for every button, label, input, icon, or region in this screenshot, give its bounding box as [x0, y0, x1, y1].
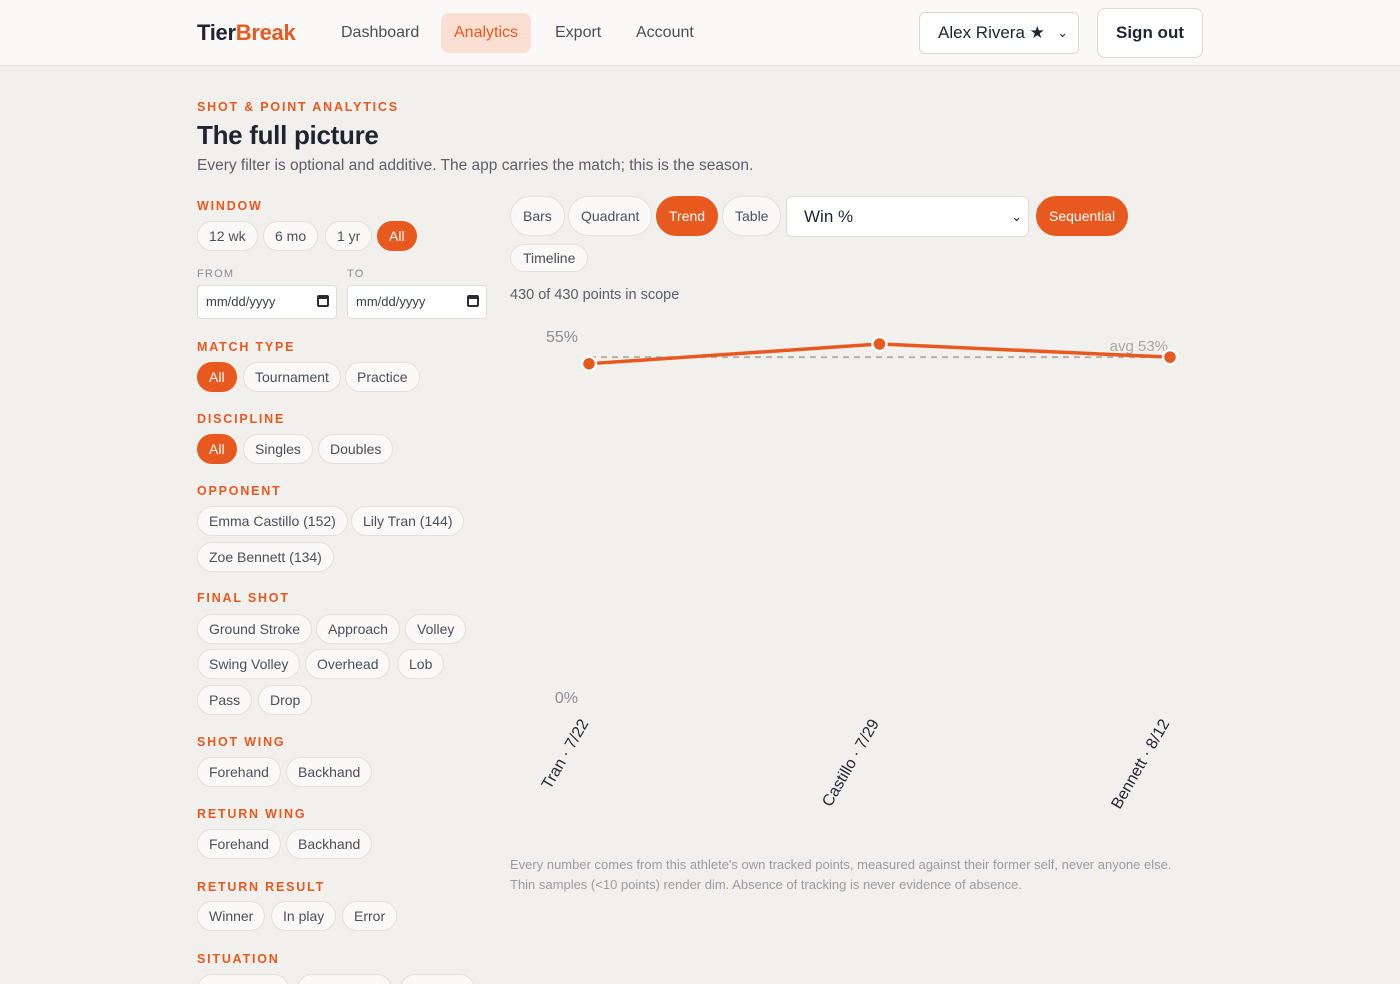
final-shot-overhead[interactable]: Overhead: [305, 649, 391, 679]
trend-chart: 55% 0% avg 53% Tran · 7/22 Castillo · 7/29 Be…: [539, 329, 1179, 812]
return-result-in-play[interactable]: In play: [271, 901, 337, 931]
chevron-down-icon: ⌄: [1011, 209, 1022, 224]
match-type-all[interactable]: All: [197, 362, 237, 392]
final-shot-lob[interactable]: Lob: [397, 649, 445, 679]
discipline-all[interactable]: All: [197, 434, 237, 464]
opponent-bennett[interactable]: Zoe Bennett (134): [197, 542, 334, 572]
user-name: Alex Rivera ★: [938, 23, 1045, 42]
final-shot-drop[interactable]: Drop: [258, 685, 313, 715]
metric-select[interactable]: Win % ⌄: [786, 196, 1029, 237]
footnote: Every number comes from this athlete's o…: [510, 857, 1172, 892]
to-date-placeholder: mm/dd/yyyy: [356, 294, 426, 309]
brand-part-2: Break: [235, 20, 296, 45]
average-label: avg 53%: [1110, 338, 1168, 355]
data-point: [580, 355, 598, 372]
final-shot-pass[interactable]: Pass: [197, 685, 253, 715]
tab-timeline[interactable]: Timeline: [510, 244, 589, 272]
opponent-label: OPPONENT: [197, 484, 282, 498]
shot-wing-backhand[interactable]: Backhand: [286, 757, 373, 787]
return-wing-forehand[interactable]: Forehand: [197, 829, 281, 859]
chevron-down-icon: ⌄: [1057, 25, 1068, 40]
opponent-castillo[interactable]: Emma Castillo (152): [197, 506, 348, 536]
return-wing-label: RETURN WING: [197, 807, 307, 821]
x-tick-label: Bennett · 8/12: [1108, 716, 1173, 812]
final-shot-swing-volley[interactable]: Swing Volley: [197, 649, 301, 679]
discipline-singles[interactable]: Singles: [243, 434, 313, 464]
nav-account[interactable]: Account: [623, 13, 707, 53]
final-shot-ground-stroke[interactable]: Ground Stroke: [197, 614, 313, 644]
opponent-tran[interactable]: Lily Tran (144): [351, 506, 465, 536]
page-eyebrow: SHOT & POINT ANALYTICS: [197, 100, 399, 114]
final-shot-label: FINAL SHOT: [197, 591, 290, 605]
from-label: FROM: [197, 268, 235, 280]
situation-label: SITUATION: [197, 952, 280, 966]
window-12wk[interactable]: 12 wk: [197, 221, 258, 251]
match-type-label: MATCH TYPE: [197, 340, 296, 354]
from-date-input[interactable]: mm/dd/yyyy: [197, 285, 337, 319]
shot-wing-label: SHOT WING: [197, 735, 286, 749]
discipline-doubles[interactable]: Doubles: [318, 434, 394, 464]
return-result-winner[interactable]: Winner: [197, 901, 266, 931]
metric-value: Win %: [804, 207, 854, 226]
y-tick-label: 0%: [555, 690, 578, 707]
tab-bars[interactable]: Bars: [510, 196, 565, 236]
tab-trend[interactable]: Trend: [656, 196, 719, 236]
return-wing-backhand[interactable]: Backhand: [286, 829, 373, 859]
final-shot-volley[interactable]: Volley: [405, 614, 467, 644]
to-label: TO: [347, 268, 365, 280]
shot-wing-forehand[interactable]: Forehand: [197, 757, 281, 787]
match-type-tournament[interactable]: Tournament: [243, 362, 341, 392]
window-all[interactable]: All: [377, 221, 417, 251]
nav-dashboard[interactable]: Dashboard: [328, 13, 432, 53]
top-bar: TierBreak Dashboard Analytics Export Acc…: [0, 0, 1400, 66]
y-tick-label: 55%: [546, 329, 578, 346]
tab-quadrant[interactable]: Quadrant: [568, 196, 653, 236]
window-6mo[interactable]: 6 mo: [263, 221, 319, 251]
return-result-error[interactable]: Error: [342, 901, 398, 931]
discipline-label: DISCIPLINE: [197, 412, 286, 426]
calendar-icon: [317, 295, 329, 307]
situation-chip[interactable]: [400, 974, 475, 984]
brand-part-1: Tier: [197, 20, 236, 45]
final-shot-approach[interactable]: Approach: [316, 614, 400, 644]
x-tick-label: Tran · 7/22: [539, 716, 593, 792]
tab-table[interactable]: Table: [722, 196, 782, 236]
from-date-placeholder: mm/dd/yyyy: [206, 294, 276, 309]
brand-logo[interactable]: TierBreak: [197, 20, 296, 46]
page-subtitle: Every filter is optional and additive. T…: [197, 157, 754, 174]
window-1yr[interactable]: 1 yr: [325, 221, 373, 251]
nav-analytics[interactable]: Analytics: [441, 13, 532, 53]
page-title: The full picture: [197, 120, 379, 150]
to-date-input[interactable]: mm/dd/yyyy: [347, 285, 487, 319]
x-tick-label: Castillo · 7/29: [819, 716, 883, 809]
user-select[interactable]: Alex Rivera ★ ⌄: [919, 12, 1079, 54]
data-point: [1161, 348, 1179, 366]
match-type-practice[interactable]: Practice: [345, 362, 420, 392]
window-label: WINDOW: [197, 199, 263, 213]
nav-export[interactable]: Export: [542, 13, 614, 53]
calendar-icon: [467, 295, 479, 307]
sign-out-button[interactable]: Sign out: [1097, 8, 1203, 58]
palette-toggle[interactable]: Sequential: [1036, 196, 1129, 236]
return-result-label: RETURN RESULT: [197, 880, 326, 894]
situation-chip[interactable]: [297, 974, 392, 984]
data-point: [871, 335, 888, 353]
situation-chip[interactable]: [197, 974, 289, 984]
scope-count: 430 of 430 points in scope: [510, 287, 680, 303]
